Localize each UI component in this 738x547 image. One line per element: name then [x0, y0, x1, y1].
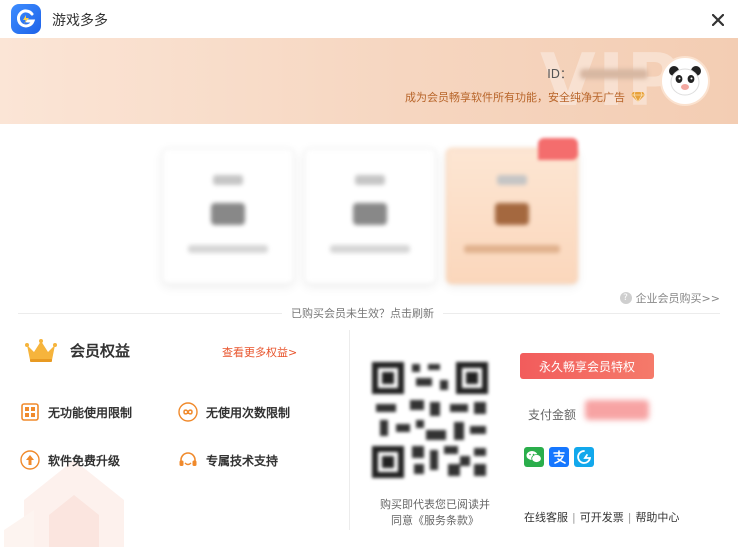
- benefit-item-no-feature-limit: 无功能使用限制: [20, 402, 132, 422]
- app-logo-icon: [11, 4, 41, 34]
- upgrade-icon: [20, 450, 40, 470]
- pay-amount-label: 支付金额: [528, 408, 577, 422]
- benefits-title: 会员权益: [70, 342, 131, 360]
- benefits-panel: 会员权益 查看更多权益> 无功能使用限制 无使用次数限制 软件免费升级 专属技术…: [0, 320, 350, 547]
- vip-banner: VIP ID： 成为会员畅享软件所有功能，安全纯净无广告: [0, 38, 738, 124]
- qq-pay-icon[interactable]: [574, 447, 594, 467]
- headset-icon: [178, 450, 198, 470]
- panda-avatar-icon: [669, 66, 701, 96]
- more-benefits-link[interactable]: 查看更多权益>: [222, 344, 297, 360]
- enterprise-purchase-link[interactable]: ? 企业会员购买>>: [619, 290, 720, 306]
- close-icon: [712, 14, 724, 26]
- vip-tip: 成为会员畅享软件所有功能，安全纯净无广告: [405, 89, 646, 105]
- grid-icon: [20, 402, 40, 422]
- user-id-label: ID：: [547, 67, 572, 81]
- pay-amount-value-redacted: [585, 400, 649, 420]
- user-id-value-redacted: [580, 68, 648, 79]
- avatar[interactable]: [660, 56, 710, 106]
- benefit-item-tech-support: 专属技术支持: [178, 450, 278, 470]
- invoice-link[interactable]: 可开发票: [580, 509, 624, 525]
- plan-recommend-tag: [538, 138, 578, 160]
- terms-of-service-link[interactable]: 《服务条款》: [413, 514, 479, 527]
- alipay-icon[interactable]: [549, 447, 569, 467]
- benefit-item-free-upgrade: 软件免费升级: [20, 450, 120, 470]
- vertical-divider: [349, 330, 350, 530]
- payment-qr-code: [370, 360, 490, 480]
- refresh-membership-link[interactable]: 已购买会员未生效？点击刷新: [282, 305, 443, 321]
- plan-options: [0, 124, 738, 300]
- plan-card-2[interactable]: [304, 148, 436, 284]
- close-button[interactable]: [706, 8, 730, 32]
- infinity-icon: [178, 402, 198, 422]
- window-title: 游戏多多: [52, 13, 108, 29]
- question-icon: ?: [619, 292, 632, 304]
- plan-card-1[interactable]: [162, 148, 294, 284]
- crown-icon: [25, 339, 57, 362]
- agreement-text: 购买即代表您已阅读并 同意《服务条款》: [380, 498, 490, 527]
- wechat-pay-icon[interactable]: [524, 447, 544, 467]
- user-id: ID：: [547, 65, 648, 82]
- benefit-item-no-usage-limit: 无使用次数限制: [178, 402, 290, 422]
- online-service-link[interactable]: 在线客服: [524, 509, 568, 525]
- title-bar: 游戏多多: [0, 0, 738, 38]
- payment-methods: [524, 447, 599, 467]
- help-center-link[interactable]: 帮助中心: [635, 509, 679, 525]
- vip-tip-text: 成为会员畅享软件所有功能，安全纯净无广告: [405, 91, 625, 104]
- footer-links: 在线客服 | 可开发票 | 帮助中心: [524, 509, 680, 525]
- plan-card-3-selected[interactable]: [446, 148, 578, 284]
- diamond-icon: [631, 91, 645, 103]
- forever-vip-button[interactable]: 永久畅享会员特权: [520, 353, 654, 379]
